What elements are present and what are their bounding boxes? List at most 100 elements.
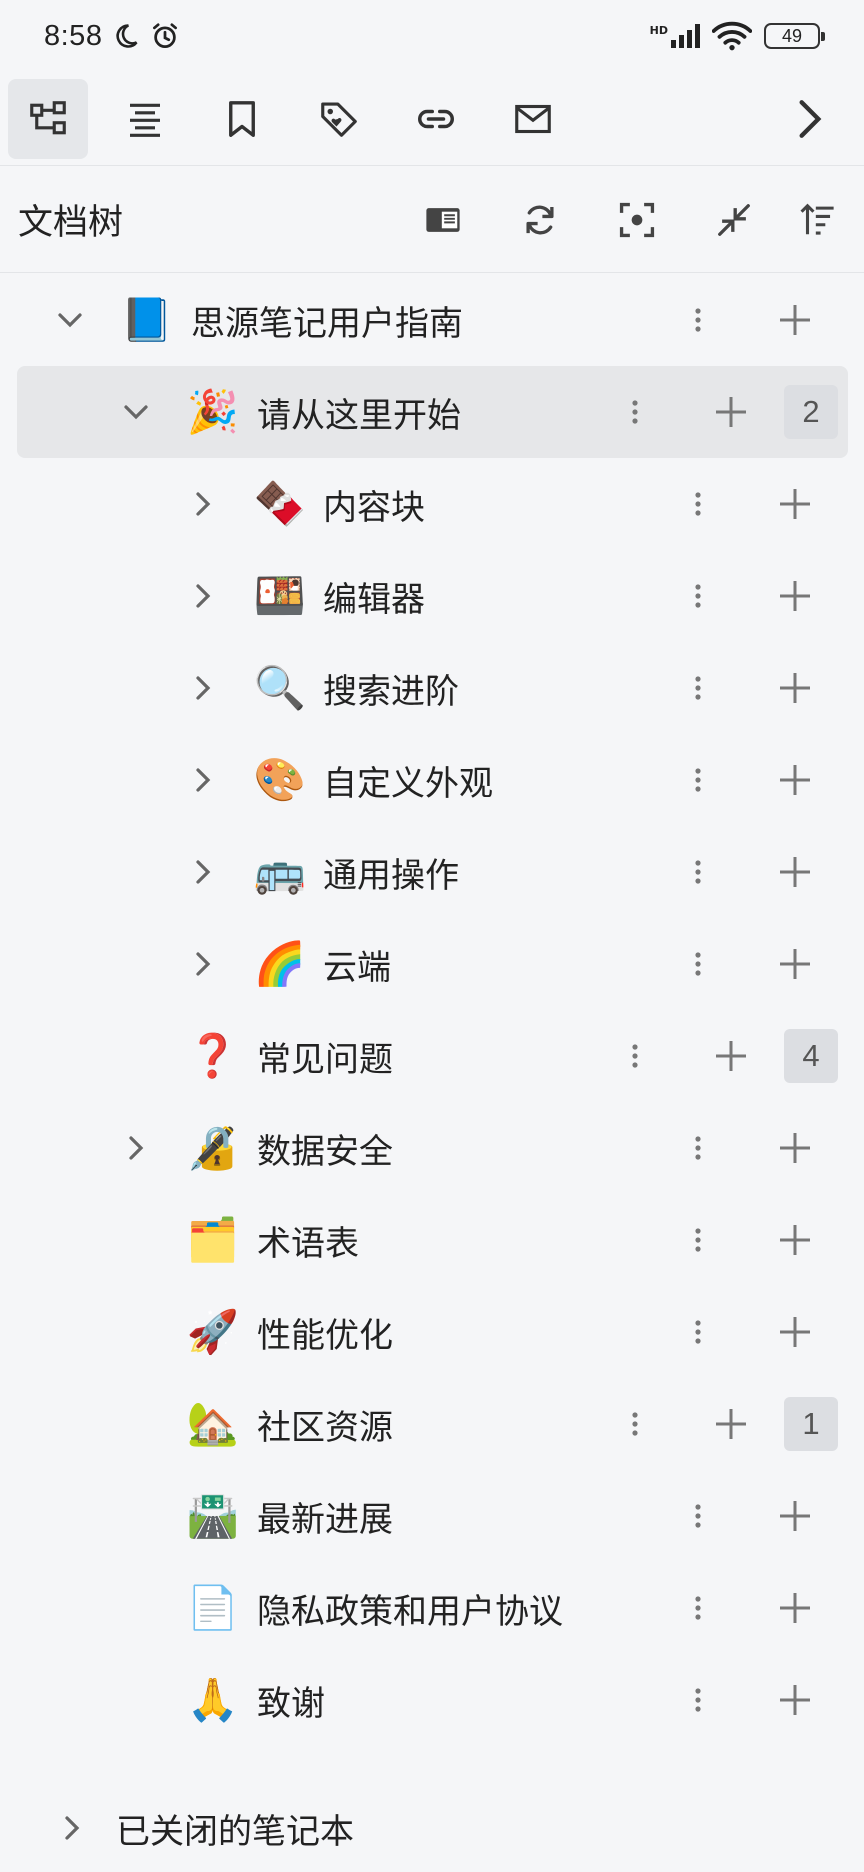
doc-row[interactable]: 🚌 通用操作 [0,826,864,918]
doc-title: 术语表 [257,1223,359,1264]
doc-row[interactable]: 🙏 致谢 [0,1654,864,1746]
tab-bookmarks[interactable] [202,79,282,159]
expand-toggle[interactable] [52,1808,92,1848]
chevron-down-icon [124,405,148,420]
doc-row[interactable]: 🔏 数据安全 [0,1102,864,1194]
collapse-all-button[interactable] [685,180,782,260]
expand-toggle[interactable] [183,852,223,892]
doc-row[interactable]: 🗂️ 术语表 [0,1194,864,1286]
doc-row[interactable]: ❓ 常见问题 4 [0,1010,864,1102]
plus-icon [716,1409,746,1439]
doc-row[interactable]: 🛣️ 最新进展 [0,1470,864,1562]
add-doc-button[interactable] [775,1220,815,1260]
expand-toggle[interactable] [183,668,223,708]
add-doc-button[interactable] [775,852,815,892]
add-doc-button[interactable] [711,392,751,432]
expand-toggle[interactable] [183,760,223,800]
expand-toggle[interactable] [116,1128,156,1168]
tab-doc-tree[interactable] [8,78,88,159]
doc-row[interactable]: 🔍 搜索进阶 [0,642,864,734]
chevron-right-icon [65,1816,80,1840]
add-doc-button[interactable] [775,1680,815,1720]
more-button[interactable] [683,668,713,708]
more-button[interactable] [683,1496,713,1536]
plus-icon [780,1685,810,1715]
doc-row[interactable]: 🍱 编辑器 [0,550,864,642]
plus-icon [780,1225,810,1255]
notebook-row[interactable]: 📘 思源笔记用户指南 [0,274,864,366]
subdoc-count: 1 [784,1397,838,1451]
more-button[interactable] [683,576,713,616]
expand-toggle[interactable] [183,484,223,524]
more-button[interactable] [683,1588,713,1628]
tab-outline[interactable] [105,79,185,159]
more-button[interactable] [683,1312,713,1352]
add-doc-button[interactable] [775,484,815,524]
doc-row-start-here[interactable]: 🎉 请从这里开始 2 [17,366,848,458]
doc-row[interactable]: 📄 隐私政策和用户协议 [0,1562,864,1654]
more-vertical-icon [695,952,701,976]
tab-inbox[interactable] [493,79,573,159]
next-tabs-button[interactable] [780,79,840,159]
closed-notebooks-row[interactable]: 已关闭的笔记本 [0,1782,864,1872]
more-button[interactable] [620,392,650,432]
refresh-icon [525,205,554,234]
plus-icon [780,305,810,335]
more-vertical-icon [632,1412,638,1436]
chevron-right-icon [129,1136,144,1160]
add-doc-button[interactable] [775,576,815,616]
add-doc-button[interactable] [775,1588,815,1628]
doc-row[interactable]: 🎨 自定义外观 [0,734,864,826]
add-doc-button[interactable] [775,1128,815,1168]
more-button[interactable] [683,484,713,524]
more-button[interactable] [683,1128,713,1168]
more-button[interactable] [620,1036,650,1076]
more-button[interactable] [683,852,713,892]
expand-toggle[interactable] [183,576,223,616]
focus-button[interactable] [588,180,685,260]
doc-row[interactable]: 🌈 云端 [0,918,864,1010]
doc-emoji: 🏡 [186,1399,240,1448]
more-button[interactable] [683,944,713,984]
refresh-button[interactable] [491,180,588,260]
subdoc-count: 2 [784,385,838,439]
doc-row[interactable]: 🏡 社区资源 1 [0,1378,864,1470]
add-doc-button[interactable] [775,944,815,984]
plus-icon [780,1593,810,1623]
plus-icon [716,1041,746,1071]
doc-emoji: 🍫 [253,479,307,528]
dock-tabs [0,72,864,166]
tab-backlinks[interactable] [396,79,476,159]
chevron-right-icon [196,860,211,884]
more-vertical-icon [695,1688,701,1712]
more-vertical-icon [695,1320,701,1344]
more-button[interactable] [683,300,713,340]
more-button[interactable] [620,1404,650,1444]
expand-toggle[interactable] [183,944,223,984]
add-doc-button[interactable] [711,1036,751,1076]
open-notebook-button[interactable] [394,180,491,260]
doc-row[interactable]: 🚀 性能优化 [0,1286,864,1378]
add-doc-button[interactable] [775,668,815,708]
plus-icon [780,765,810,795]
sort-button[interactable] [782,180,852,260]
add-doc-button[interactable] [775,1312,815,1352]
tab-tags[interactable] [299,79,379,159]
chevron-right-icon [196,768,211,792]
closed-notebooks-label: 已关闭的笔记本 [116,1811,354,1852]
more-button[interactable] [683,1220,713,1260]
more-vertical-icon [695,1596,701,1620]
notebook-icon [425,207,460,232]
more-vertical-icon [695,492,701,516]
more-button[interactable] [683,1680,713,1720]
doc-row[interactable]: 🍫 内容块 [0,458,864,550]
doc-emoji: 📄 [186,1583,240,1632]
add-doc-button[interactable] [775,1496,815,1536]
more-button[interactable] [683,760,713,800]
expand-toggle[interactable] [50,300,90,340]
add-doc-button[interactable] [775,760,815,800]
chevron-right-icon [196,952,211,976]
add-doc-button[interactable] [711,1404,751,1444]
expand-toggle[interactable] [116,392,156,432]
add-doc-button[interactable] [775,300,815,340]
